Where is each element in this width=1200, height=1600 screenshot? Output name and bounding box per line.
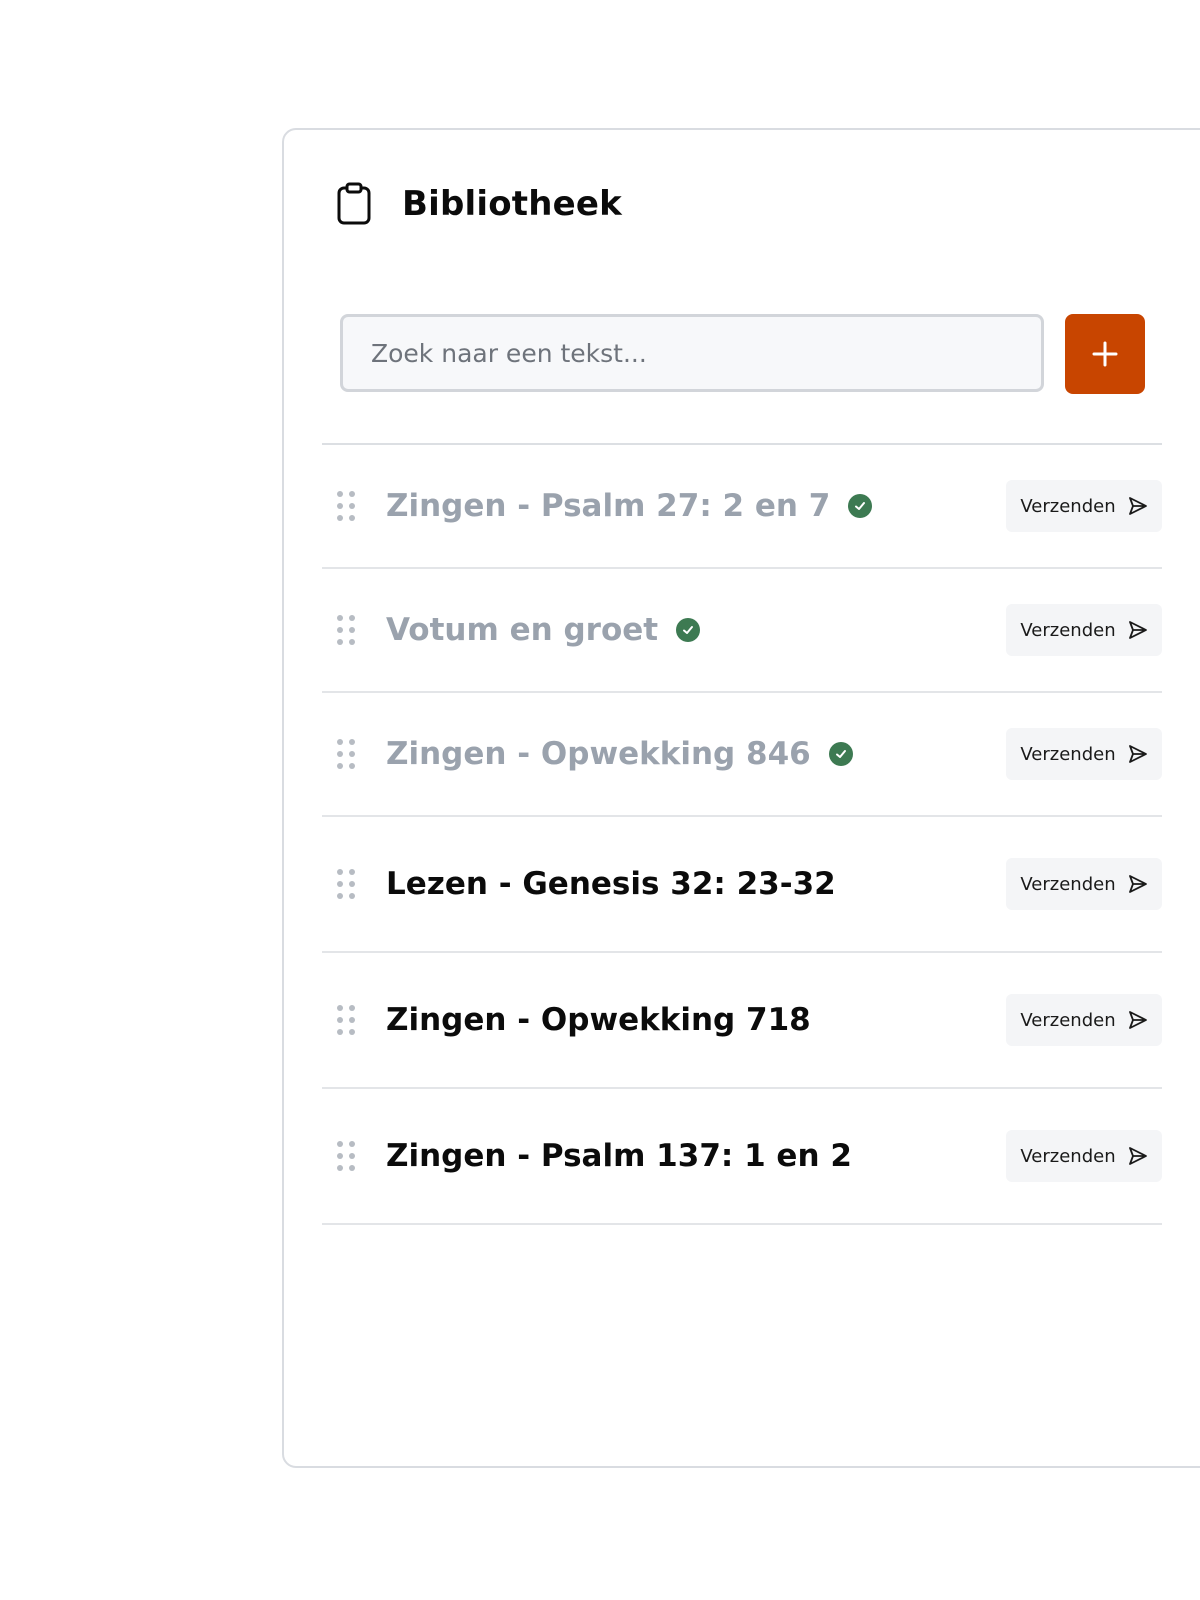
list-item-title: Lezen - Genesis 32: 23-32 [386, 866, 836, 902]
send-icon [1128, 874, 1148, 894]
list-item-label: Lezen - Genesis 32: 23-32 [386, 866, 836, 902]
list-item: Lezen - Genesis 32: 23-32 Verzenden [322, 817, 1162, 953]
send-icon [1128, 1146, 1148, 1166]
clipboard-icon [336, 182, 372, 226]
send-button-label: Verzenden [1020, 1009, 1116, 1031]
search-input[interactable] [340, 314, 1044, 392]
send-button[interactable]: Verzenden [1006, 1130, 1162, 1182]
drag-handle-icon[interactable] [336, 1140, 356, 1172]
drag-handle-icon[interactable] [336, 614, 356, 646]
list-item-title: Votum en groet [386, 612, 701, 648]
list-item: Zingen - Psalm 137: 1 en 2 Verzenden [322, 1089, 1162, 1225]
list-item-label: Votum en groet [386, 612, 659, 648]
send-icon [1128, 1010, 1148, 1030]
drag-handle-icon[interactable] [336, 1004, 356, 1036]
list-item-title: Zingen - Opwekking 718 [386, 1002, 811, 1038]
send-button[interactable]: Verzenden [1006, 604, 1162, 656]
send-icon [1128, 744, 1148, 764]
drag-handle-icon[interactable] [336, 490, 356, 522]
send-button-label: Verzenden [1020, 1145, 1116, 1167]
list-item-title: Zingen - Psalm 137: 1 en 2 [386, 1138, 852, 1174]
send-button[interactable]: Verzenden [1006, 480, 1162, 532]
list-item-title: Zingen - Opwekking 846 [386, 736, 853, 772]
send-button-label: Verzenden [1020, 619, 1116, 641]
check-icon [848, 494, 873, 518]
panel-header: Bibliotheek [336, 182, 622, 226]
send-icon [1128, 620, 1148, 640]
list-item-label: Zingen - Opwekking 846 [386, 736, 811, 772]
list-item: Zingen - Psalm 27: 2 en 7 Verzenden [322, 445, 1162, 569]
page-title: Bibliotheek [402, 184, 622, 224]
list-item: Votum en groet Verzenden [322, 569, 1162, 693]
send-icon [1128, 496, 1148, 516]
send-button[interactable]: Verzenden [1006, 994, 1162, 1046]
add-item-button[interactable] [1065, 314, 1145, 394]
list-item: Zingen - Opwekking 718 Verzenden [322, 953, 1162, 1089]
drag-handle-icon[interactable] [336, 868, 356, 900]
send-button[interactable]: Verzenden [1006, 728, 1162, 780]
list-item-label: Zingen - Psalm 137: 1 en 2 [386, 1138, 852, 1174]
send-button-label: Verzenden [1020, 873, 1116, 895]
check-icon [676, 618, 701, 642]
list-item-title: Zingen - Psalm 27: 2 en 7 [386, 488, 873, 524]
plus-icon [1092, 341, 1118, 367]
check-icon [828, 742, 853, 766]
send-button-label: Verzenden [1020, 743, 1116, 765]
send-button[interactable]: Verzenden [1006, 858, 1162, 910]
library-panel: Bibliotheek Zingen - Psalm 27: 2 en 7 [282, 128, 1200, 1468]
list-item-label: Zingen - Psalm 27: 2 en 7 [386, 488, 831, 524]
library-list: Zingen - Psalm 27: 2 en 7 Verzenden Votu… [322, 443, 1162, 1225]
send-button-label: Verzenden [1020, 495, 1116, 517]
drag-handle-icon[interactable] [336, 738, 356, 770]
list-item: Zingen - Opwekking 846 Verzenden [322, 693, 1162, 817]
list-item-label: Zingen - Opwekking 718 [386, 1002, 811, 1038]
